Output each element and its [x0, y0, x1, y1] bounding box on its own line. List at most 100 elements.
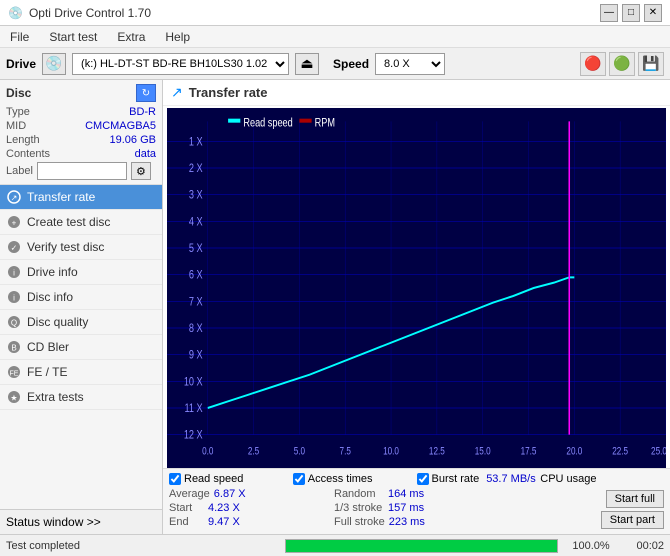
- svg-text:★: ★: [10, 394, 17, 403]
- start-row: Start 4.23 X: [169, 502, 334, 514]
- disc-type-key: Type: [6, 106, 30, 118]
- disc-label: Disc: [6, 86, 31, 100]
- toolbar-icon-3[interactable]: 💾: [638, 52, 664, 76]
- access-times-checkbox[interactable]: [293, 473, 305, 485]
- average-label: Average: [169, 488, 210, 500]
- disc-contents-row: Contents data: [6, 148, 156, 160]
- start-value: 4.23 X: [208, 502, 253, 514]
- one-third-value: 157 ms: [388, 502, 424, 514]
- nav-drive-info[interactable]: i Drive info: [0, 260, 162, 285]
- burst-rate-checkbox-label: Burst rate: [432, 473, 480, 485]
- disc-type-row: Type BD-R: [6, 106, 156, 118]
- random-row: Random 164 ms: [334, 488, 499, 500]
- title-bar: 💿 Opti Drive Control 1.70 — □ ✕: [0, 0, 670, 26]
- nav-transfer-rate[interactable]: ↗ Transfer rate: [0, 185, 162, 210]
- progress-container: [285, 539, 558, 553]
- menu-help[interactable]: Help: [161, 29, 194, 45]
- nav-cd-bler-label: CD Bler: [27, 340, 69, 354]
- nav-disc-info-label: Disc info: [27, 290, 73, 304]
- nav-disc-quality[interactable]: Q Disc quality: [0, 310, 162, 335]
- one-third-row: 1/3 stroke 157 ms: [334, 502, 499, 514]
- nav-extra-tests[interactable]: ★ Extra tests: [0, 385, 162, 410]
- disc-label-btn[interactable]: ⚙: [131, 162, 151, 180]
- toolbar-icon-1[interactable]: 🔴: [580, 52, 606, 76]
- burst-rate-checkbox[interactable]: [417, 473, 429, 485]
- chart-stats: Read speed Access times Burst rate 53.7 …: [163, 468, 670, 534]
- full-stroke-value: 223 ms: [389, 516, 425, 528]
- menu-file[interactable]: File: [6, 29, 33, 45]
- chart-icon: ↗: [171, 84, 183, 101]
- svg-text:7 X: 7 X: [189, 295, 203, 308]
- drive-select[interactable]: (k:) HL-DT-ST BD-RE BH10LS30 1.02: [72, 53, 289, 75]
- maximize-button[interactable]: □: [622, 4, 640, 22]
- disc-section-header: Disc ↻: [6, 84, 156, 102]
- disc-length-row: Length 19.06 GB: [6, 134, 156, 146]
- nav-cd-bler[interactable]: B CD Bler: [0, 335, 162, 360]
- svg-text:Q: Q: [11, 319, 17, 328]
- svg-text:8 X: 8 X: [189, 322, 203, 335]
- svg-text:↗: ↗: [11, 194, 18, 203]
- title-bar-controls: — □ ✕: [600, 4, 662, 22]
- svg-text:B: B: [11, 344, 16, 353]
- app-icon: 💿: [8, 6, 23, 20]
- disc-label-input[interactable]: [37, 162, 127, 180]
- svg-text:25.0 GB: 25.0 GB: [651, 446, 666, 458]
- end-value: 9.47 X: [208, 516, 253, 528]
- cpu-usage-checkbox-item: CPU usage: [540, 473, 664, 485]
- full-stroke-label: Full stroke: [334, 516, 385, 528]
- disc-refresh-icon[interactable]: ↻: [136, 84, 156, 102]
- right-panel: ↗ Transfer rate: [163, 80, 670, 534]
- disc-quality-icon: Q: [6, 314, 22, 330]
- full-stroke-row: Full stroke 223 ms: [334, 516, 499, 528]
- svg-text:7.5: 7.5: [340, 446, 351, 458]
- disc-label-key: Label: [6, 165, 33, 177]
- progress-bar: [286, 540, 557, 552]
- nav-verify-test-disc[interactable]: ✓ Verify test disc: [0, 235, 162, 260]
- toolbar-icon-2[interactable]: 🟢: [609, 52, 635, 76]
- stats-rows: Average 6.87 X Start 4.23 X End 9.47 X R…: [169, 488, 664, 530]
- speed-select[interactable]: 8.0 X: [375, 53, 445, 75]
- svg-text:12.5: 12.5: [429, 446, 445, 458]
- menu-extra[interactable]: Extra: [113, 29, 149, 45]
- svg-text:22.5: 22.5: [612, 446, 628, 458]
- drive-label: Drive: [6, 57, 36, 71]
- nav-disc-info[interactable]: i Disc info: [0, 285, 162, 310]
- read-speed-checkbox-item: Read speed: [169, 473, 293, 485]
- svg-text:2.5: 2.5: [248, 446, 259, 458]
- disc-info-icon: i: [6, 289, 22, 305]
- start-full-button[interactable]: Start full: [606, 490, 664, 508]
- verify-test-disc-icon: ✓: [6, 239, 22, 255]
- transfer-rate-icon: ↗: [6, 189, 22, 205]
- start-label: Start: [169, 502, 204, 514]
- extra-tests-icon: ★: [6, 389, 22, 405]
- stats-col-2: Random 164 ms 1/3 stroke 157 ms Full str…: [334, 488, 499, 530]
- svg-text:5.0: 5.0: [294, 446, 305, 458]
- menu-start-test[interactable]: Start test: [45, 29, 101, 45]
- close-button[interactable]: ✕: [644, 4, 662, 22]
- start-part-button[interactable]: Start part: [601, 511, 664, 529]
- access-times-checkbox-item: Access times: [293, 473, 417, 485]
- svg-text:1 X: 1 X: [189, 135, 203, 148]
- status-window-btn[interactable]: Status window >>: [0, 509, 162, 534]
- access-times-checkbox-label: Access times: [308, 473, 373, 485]
- stats-col-1: Average 6.87 X Start 4.23 X End 9.47 X: [169, 488, 334, 530]
- read-speed-checkbox-label: Read speed: [184, 473, 243, 485]
- time-text: 00:02: [624, 540, 664, 552]
- disc-type-val: BD-R: [129, 106, 156, 118]
- minimize-button[interactable]: —: [600, 4, 618, 22]
- fe-te-icon: FE: [6, 364, 22, 380]
- chart-svg: 12 X 11 X 10 X 9 X 8 X 7 X 6 X 5 X 4 X 3…: [167, 108, 666, 468]
- eject-button[interactable]: ⏏: [295, 53, 319, 75]
- disc-length-key: Length: [6, 134, 40, 146]
- drive-icon-btn[interactable]: 💿: [42, 53, 66, 75]
- chart-title: Transfer rate: [189, 85, 268, 100]
- nav-create-test-disc[interactable]: + Create test disc: [0, 210, 162, 235]
- nav-fe-te[interactable]: FE FE / TE: [0, 360, 162, 385]
- read-speed-checkbox[interactable]: [169, 473, 181, 485]
- svg-text:i: i: [13, 269, 15, 278]
- svg-text:Read speed: Read speed: [243, 117, 292, 130]
- svg-text:✓: ✓: [11, 244, 18, 253]
- nav-items: ↗ Transfer rate + Create test disc ✓ Ver…: [0, 185, 162, 509]
- average-value: 6.87 X: [214, 488, 259, 500]
- disc-label-row: Label ⚙: [6, 162, 156, 180]
